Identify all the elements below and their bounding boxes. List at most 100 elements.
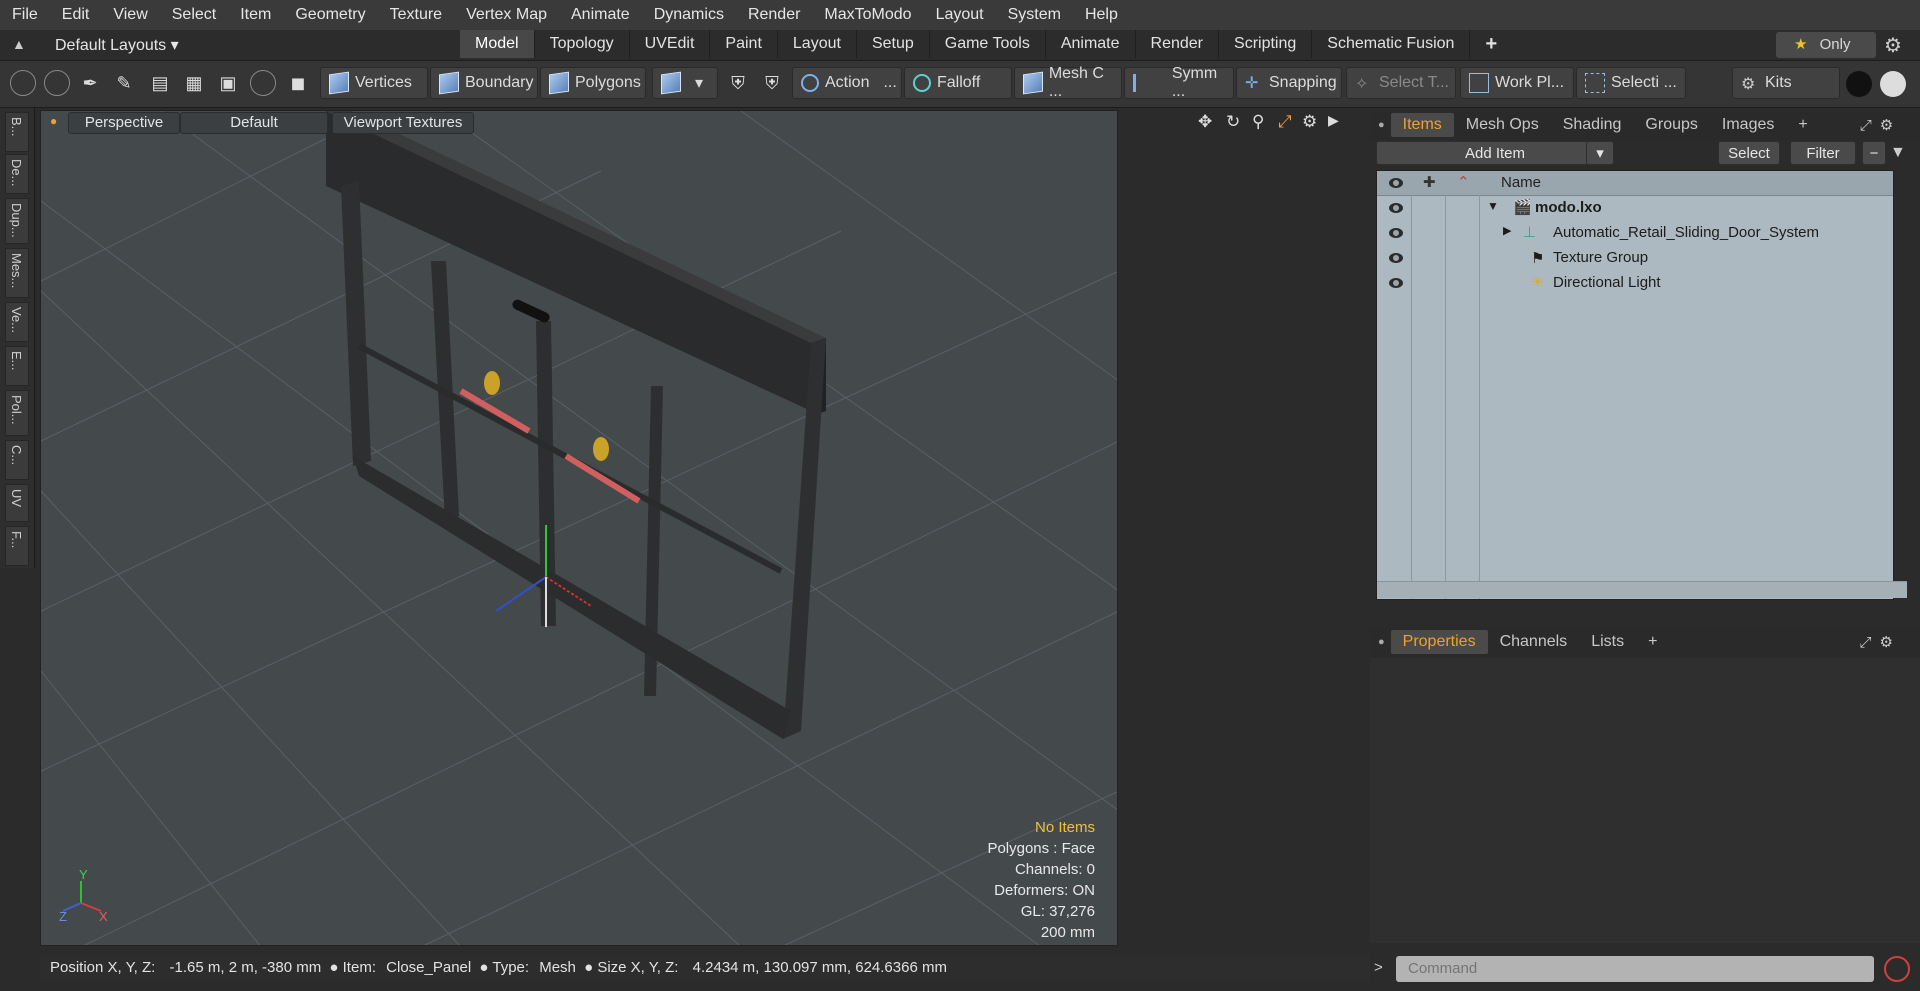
- visibility-eye-icon[interactable]: [1389, 228, 1403, 238]
- tab-game-tools[interactable]: Game Tools: [930, 30, 1046, 58]
- panel-maximize-icon[interactable]: ⤢: [1859, 634, 1871, 651]
- select-button[interactable]: Select: [1718, 141, 1780, 165]
- material-mode-button[interactable]: ▾: [652, 67, 718, 99]
- visibility-eye-icon[interactable]: [1389, 253, 1403, 263]
- list-item[interactable]: ▼ 🎬 modo.lxo: [1377, 197, 1893, 221]
- panel-gear-icon[interactable]: ⚙: [1880, 116, 1893, 134]
- sidebar-tab-duplicate[interactable]: Dup...: [5, 198, 29, 244]
- polygons-button[interactable]: Polygons: [540, 67, 646, 99]
- bridge-icon[interactable]: ▤: [146, 69, 174, 97]
- tab-setup[interactable]: Setup: [857, 30, 930, 58]
- grid-icon[interactable]: ▦: [180, 69, 208, 97]
- record-icon[interactable]: [1884, 956, 1910, 982]
- list-item[interactable]: ⚑ Texture Group: [1377, 247, 1893, 271]
- add-item-button[interactable]: Add Item: [1376, 141, 1614, 165]
- tab-mesh-ops[interactable]: Mesh Ops: [1454, 113, 1551, 137]
- shield-icon[interactable]: ⛨: [758, 69, 786, 97]
- tab-scripting[interactable]: Scripting: [1219, 30, 1313, 58]
- work-plane-button[interactable]: Work Pl...: [1460, 67, 1574, 99]
- sidebar-tab-vertex[interactable]: Ve...: [5, 302, 29, 342]
- mesh-constraint-button[interactable]: Mesh C ...: [1014, 65, 1122, 100]
- shading-default-dropdown[interactable]: Default: [180, 112, 328, 134]
- 3d-viewport[interactable]: Y Z X No Items Polygons : Face Channels:…: [40, 110, 1118, 946]
- tab-layout[interactable]: Layout: [778, 30, 857, 58]
- only-toggle[interactable]: ★ Only: [1776, 32, 1876, 58]
- tab-shading[interactable]: Shading: [1551, 113, 1634, 137]
- menu-maxtomodo[interactable]: MaxToModo: [812, 0, 923, 30]
- expand-triangle-icon[interactable]: ▶: [1503, 224, 1511, 237]
- add-item-dropdown[interactable]: ▾: [1586, 141, 1614, 165]
- globe-icon[interactable]: [44, 70, 70, 96]
- viewport-gear-icon[interactable]: ⚙: [1302, 112, 1317, 132]
- symmetry-button[interactable]: Symm ...: [1124, 65, 1234, 100]
- gear-icon[interactable]: ⚙: [1884, 33, 1902, 58]
- tab-topology[interactable]: Topology: [535, 30, 630, 58]
- tab-groups[interactable]: Groups: [1633, 113, 1709, 137]
- menu-view[interactable]: View: [101, 0, 159, 30]
- menu-item[interactable]: Item: [228, 0, 283, 30]
- perspective-dropdown[interactable]: Perspective: [68, 112, 180, 134]
- menu-help[interactable]: Help: [1073, 0, 1130, 30]
- add-panel-tab-button[interactable]: +: [1786, 113, 1819, 137]
- list-item[interactable]: ▶ ⊥ Automatic_Retail_Sliding_Door_System: [1377, 222, 1893, 246]
- menu-geometry[interactable]: Geometry: [283, 0, 377, 30]
- focus-icon[interactable]: ▣: [214, 69, 242, 97]
- unreal-icon[interactable]: [1880, 71, 1906, 97]
- tab-paint[interactable]: Paint: [710, 30, 778, 58]
- tab-schematic-fusion[interactable]: Schematic Fusion: [1312, 30, 1471, 58]
- sidebar-tab-polygon[interactable]: Pol...: [5, 390, 29, 436]
- kits-button[interactable]: ⚙ Kits: [1732, 67, 1840, 99]
- visibility-eye-icon[interactable]: [1389, 203, 1403, 213]
- default-layouts-dropdown[interactable]: Default Layouts ▾: [55, 35, 179, 55]
- menu-select[interactable]: Select: [160, 0, 228, 30]
- menu-file[interactable]: File: [0, 0, 50, 30]
- filter-button[interactable]: Filter: [1790, 141, 1856, 165]
- select-through-button[interactable]: ✧ Select T...: [1346, 67, 1456, 99]
- maximize-icon[interactable]: ⤢: [1278, 112, 1292, 132]
- tab-lists[interactable]: Lists: [1579, 630, 1636, 654]
- panel-gear-icon[interactable]: ⚙: [1879, 633, 1892, 651]
- snapping-button[interactable]: ✛ Snapping: [1236, 67, 1342, 99]
- sidebar-tab-basic[interactable]: B...: [5, 112, 29, 152]
- sidebar-tab-fusion[interactable]: F...: [5, 526, 29, 566]
- selection-sets-button[interactable]: Selecti ...: [1576, 67, 1686, 99]
- menu-layout[interactable]: Layout: [924, 0, 996, 30]
- menu-system[interactable]: System: [996, 0, 1073, 30]
- tab-properties[interactable]: Properties: [1390, 630, 1488, 654]
- eye-icon[interactable]: [1389, 178, 1403, 188]
- circle-select-icon[interactable]: [10, 70, 36, 96]
- falloff-button[interactable]: Falloff: [904, 67, 1012, 99]
- expand-right-icon[interactable]: ▶: [1328, 112, 1339, 129]
- filter-funnel-icon[interactable]: ▼: [1890, 144, 1906, 162]
- sidebar-tab-mesh-edit[interactable]: Mes...: [5, 248, 29, 298]
- add-tab-button[interactable]: +: [1470, 30, 1512, 58]
- add-panel-tab-button[interactable]: +: [1636, 630, 1669, 654]
- sphere-icon[interactable]: [250, 70, 276, 96]
- menu-animate[interactable]: Animate: [559, 0, 642, 30]
- viewport-textures-dropdown[interactable]: Viewport Textures: [332, 112, 474, 134]
- zoom-icon[interactable]: ⚲: [1252, 112, 1264, 132]
- rotate-icon[interactable]: ↻: [1226, 112, 1240, 132]
- unity-icon[interactable]: [1846, 71, 1872, 97]
- boundary-button[interactable]: Boundary: [430, 67, 538, 99]
- collapse-icon[interactable]: ▲: [12, 36, 26, 52]
- action-center-button[interactable]: Action...: [792, 67, 902, 99]
- vertices-button[interactable]: Vertices: [320, 67, 428, 99]
- tab-model[interactable]: Model: [460, 30, 535, 58]
- brush-icon[interactable]: ✎: [110, 69, 138, 97]
- expand-triangle-icon[interactable]: ▼: [1487, 199, 1499, 213]
- menu-vertex-map[interactable]: Vertex Map: [454, 0, 559, 30]
- symmetry-shield-icon[interactable]: ⛨: [724, 69, 752, 97]
- tab-animate[interactable]: Animate: [1046, 30, 1136, 58]
- list-item[interactable]: ☀ Directional Light: [1377, 272, 1893, 296]
- tab-images[interactable]: Images: [1710, 113, 1786, 137]
- collapse-list-icon[interactable]: −: [1862, 141, 1886, 165]
- tab-uvedit[interactable]: UVEdit: [630, 30, 711, 58]
- menu-edit[interactable]: Edit: [50, 0, 102, 30]
- sidebar-tab-curve[interactable]: C...: [5, 440, 29, 480]
- pen-icon[interactable]: ✒: [76, 69, 104, 97]
- sidebar-tab-edge[interactable]: E...: [5, 346, 29, 386]
- name-column-header[interactable]: Name: [1501, 174, 1541, 191]
- tab-items[interactable]: Items: [1390, 113, 1454, 137]
- tab-render[interactable]: Render: [1136, 30, 1220, 58]
